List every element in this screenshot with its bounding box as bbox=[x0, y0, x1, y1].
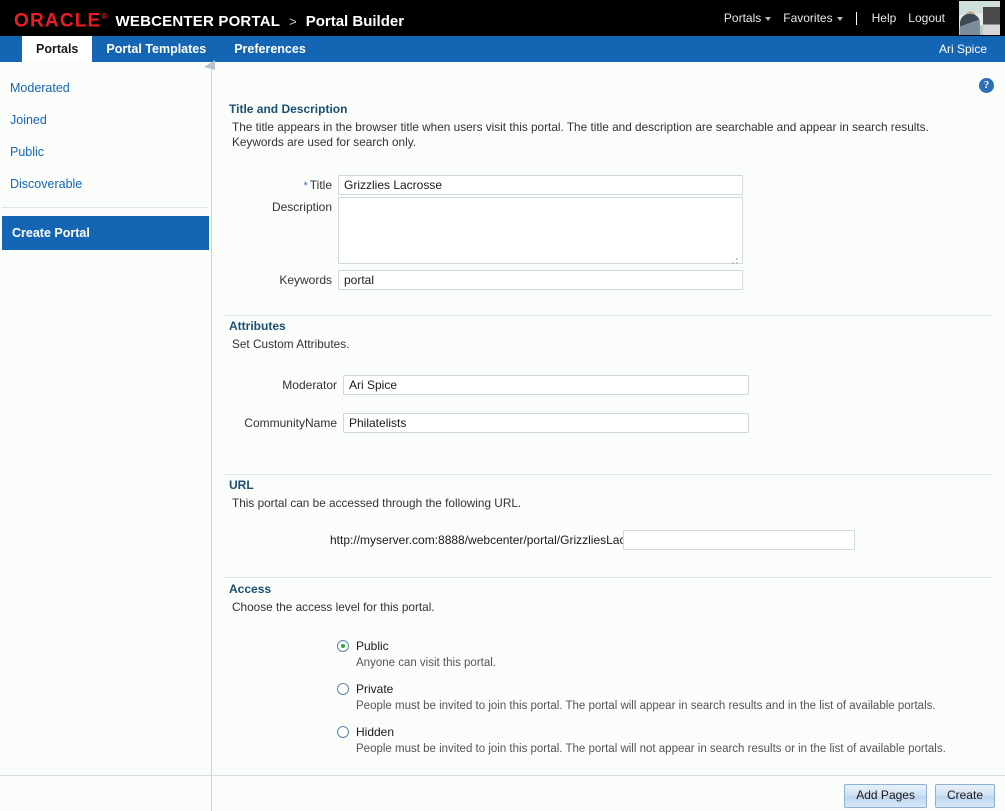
section-description-title-description: The title appears in the browser title w… bbox=[232, 120, 929, 149]
sidebar-item-create-portal[interactable]: Create Portal bbox=[2, 216, 209, 250]
footer-actions: Add Pages Create bbox=[844, 784, 995, 808]
header-link-favorites[interactable]: Favorites bbox=[777, 0, 848, 36]
access-option-public[interactable]: Public Anyone can visit this portal. bbox=[337, 639, 496, 670]
required-asterisk-icon: * bbox=[303, 180, 308, 192]
global-header: ORACLE® WEBCENTER PORTAL > Portal Builde… bbox=[0, 0, 1005, 36]
sidebar-item-joined[interactable]: Joined bbox=[0, 104, 211, 136]
section-divider-access bbox=[225, 577, 993, 578]
section-description-url: This portal can be accessed through the … bbox=[232, 496, 522, 510]
sidebar-collapse-icon[interactable] bbox=[203, 59, 217, 71]
tab-portal-templates[interactable]: Portal Templates bbox=[92, 36, 220, 62]
help-icon[interactable]: ? bbox=[979, 78, 994, 93]
radio-private[interactable] bbox=[337, 683, 349, 695]
radio-hidden-help: People must be invited to join this port… bbox=[356, 743, 946, 755]
radio-public-label[interactable]: Public bbox=[356, 639, 389, 653]
section-heading-access: Access bbox=[229, 582, 272, 596]
section-description-attributes: Set Custom Attributes. bbox=[232, 337, 350, 351]
chevron-down-icon bbox=[836, 17, 843, 21]
footer-divider bbox=[0, 775, 1005, 776]
keywords-input[interactable] bbox=[338, 270, 743, 290]
field-row-community-name: CommunityName bbox=[213, 413, 749, 433]
label-title-text: Title bbox=[309, 178, 332, 192]
section-title-description: Title and Description The title appears … bbox=[213, 102, 1005, 150]
header-link-favorites-label: Favorites bbox=[783, 11, 833, 25]
page-body: Moderated Joined Public Discoverable Cre… bbox=[0, 60, 1005, 811]
header-link-portals-label: Portals bbox=[723, 11, 762, 25]
section-heading-url: URL bbox=[229, 478, 254, 492]
section-heading-title-description: Title and Description bbox=[229, 102, 348, 116]
registered-mark-icon: ® bbox=[101, 12, 109, 21]
radio-public[interactable] bbox=[337, 640, 349, 652]
label-title: * Title bbox=[213, 175, 338, 196]
global-header-links: Portals Favorites Help Logout bbox=[718, 0, 1005, 36]
brand-breadcrumb: ORACLE® WEBCENTER PORTAL > Portal Builde… bbox=[14, 7, 404, 31]
moderator-input[interactable] bbox=[343, 375, 749, 395]
label-moderator: Moderator bbox=[282, 378, 337, 392]
sidebar-divider bbox=[2, 207, 209, 208]
url-suffix-input[interactable] bbox=[623, 530, 855, 550]
section-divider-url bbox=[225, 474, 993, 475]
section-url: URL This portal can be accessed through … bbox=[213, 478, 1005, 511]
section-access: Access Choose the access level for this … bbox=[213, 582, 1005, 615]
tab-list: Portals Portal Templates Preferences bbox=[22, 36, 320, 62]
chevron-down-icon bbox=[765, 17, 772, 21]
sidebar-item-public[interactable]: Public bbox=[0, 136, 211, 168]
field-row-title: * Title bbox=[213, 175, 743, 196]
header-divider bbox=[855, 11, 857, 25]
label-community-name: CommunityName bbox=[244, 416, 337, 430]
sidebar-nav: Moderated Joined Public Discoverable Cre… bbox=[0, 62, 211, 250]
add-pages-button[interactable]: Add Pages bbox=[844, 784, 927, 808]
portal-url-text: http://myserver.com:8888/webcenter/porta… bbox=[330, 533, 655, 547]
main-content: ? Title and Description The title appear… bbox=[213, 62, 1005, 811]
field-row-keywords: Keywords bbox=[213, 270, 743, 290]
avatar[interactable] bbox=[959, 1, 1000, 35]
section-divider-attributes bbox=[225, 315, 993, 316]
header-link-portals[interactable]: Portals bbox=[718, 0, 777, 36]
description-textarea[interactable] bbox=[338, 197, 743, 264]
access-option-private[interactable]: Private People must be invited to join t… bbox=[337, 682, 936, 713]
community-name-input[interactable] bbox=[343, 413, 749, 433]
radio-private-help: People must be invited to join this port… bbox=[356, 700, 936, 712]
app-name: WEBCENTER PORTAL bbox=[115, 13, 281, 31]
sidebar: Moderated Joined Public Discoverable Cre… bbox=[0, 60, 215, 811]
radio-public-help: Anyone can visit this portal. bbox=[356, 657, 496, 669]
title-input[interactable] bbox=[338, 175, 743, 195]
section-attributes: Attributes Set Custom Attributes. bbox=[213, 319, 1005, 352]
section-description-access: Choose the access level for this portal. bbox=[232, 600, 435, 614]
label-keywords: Keywords bbox=[279, 273, 332, 287]
section-heading-attributes: Attributes bbox=[229, 319, 286, 333]
label-description: Description bbox=[271, 200, 332, 214]
header-link-help[interactable]: Help bbox=[866, 0, 903, 36]
tab-portals[interactable]: Portals bbox=[22, 36, 93, 62]
oracle-logo: ORACLE® bbox=[14, 10, 109, 32]
breadcrumb-current: Portal Builder bbox=[305, 13, 405, 31]
tab-bar: Portals Portal Templates Preferences Ari… bbox=[0, 36, 1005, 62]
access-option-hidden[interactable]: Hidden People must be invited to join th… bbox=[337, 725, 946, 756]
radio-hidden[interactable] bbox=[337, 726, 349, 738]
field-row-description: Description bbox=[213, 197, 743, 269]
breadcrumb-separator: > bbox=[289, 14, 297, 30]
radio-hidden-label[interactable]: Hidden bbox=[356, 725, 394, 739]
radio-private-label[interactable]: Private bbox=[356, 682, 393, 696]
sidebar-item-discoverable[interactable]: Discoverable bbox=[0, 168, 211, 200]
tab-preferences[interactable]: Preferences bbox=[220, 36, 320, 62]
sidebar-item-moderated[interactable]: Moderated bbox=[0, 72, 211, 104]
header-link-logout[interactable]: Logout bbox=[902, 0, 951, 36]
field-row-moderator: Moderator bbox=[213, 375, 749, 395]
current-user-label: Ari Spice bbox=[938, 42, 987, 56]
create-button[interactable]: Create bbox=[934, 784, 995, 808]
